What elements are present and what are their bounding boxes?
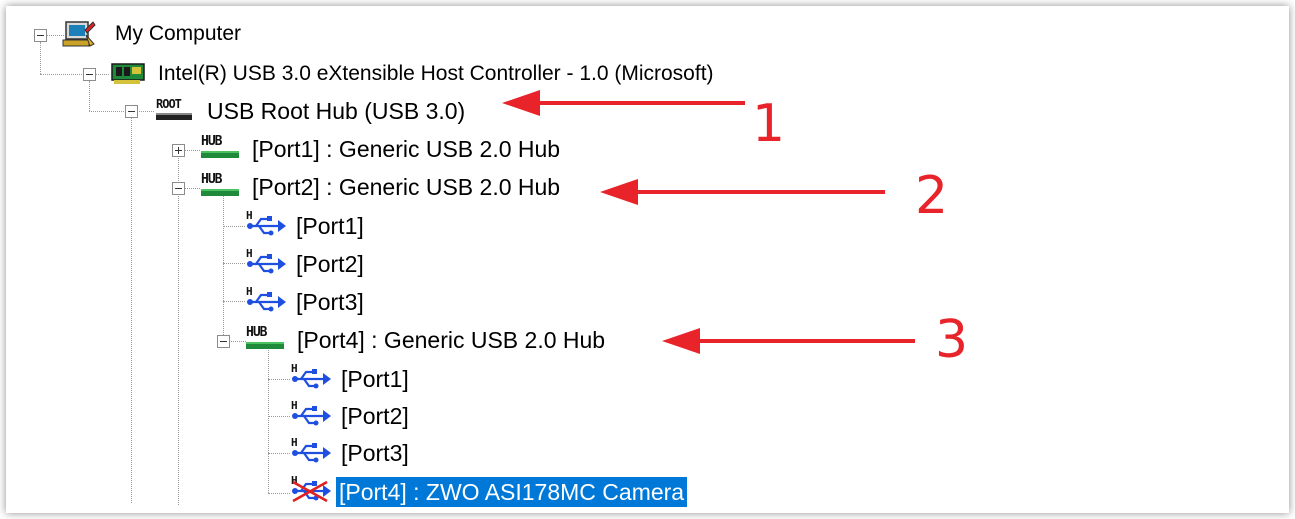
annotation-number-3: 3	[935, 310, 969, 370]
annotation-arrowhead-2	[600, 179, 638, 205]
annotation-number-2: 2	[915, 166, 949, 226]
annotation-number-1: 1	[752, 94, 786, 154]
annotation-arrowhead-1	[502, 90, 540, 116]
annotation-arrowhead-3	[662, 328, 700, 354]
annotation-arrows	[502, 90, 915, 354]
